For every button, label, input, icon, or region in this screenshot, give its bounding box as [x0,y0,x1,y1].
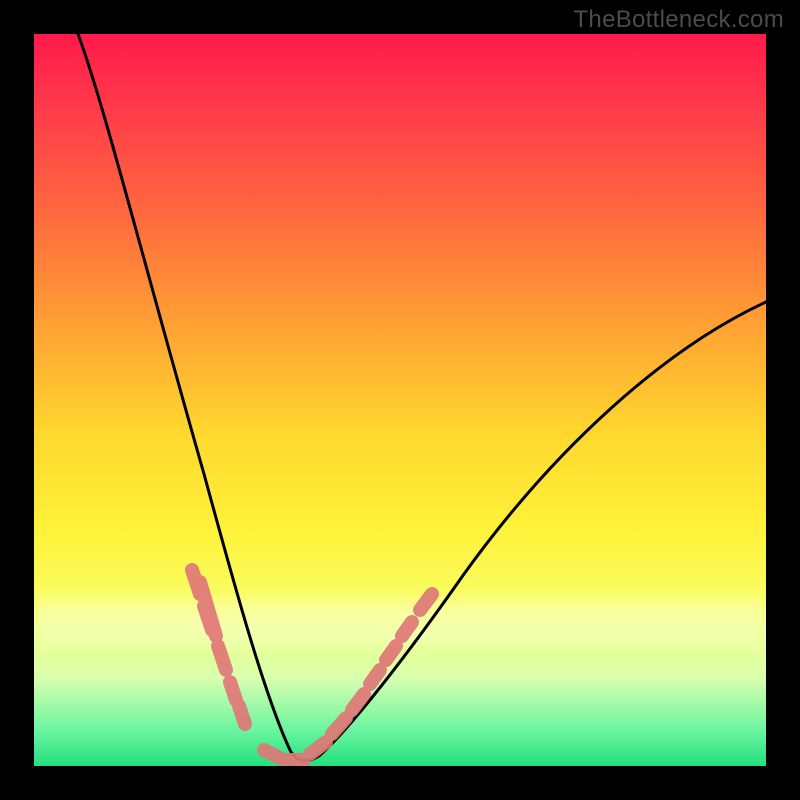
bottleneck-curve-path [78,34,766,761]
outer-frame: TheBottleneck.com [0,0,800,800]
attribution-label: TheBottleneck.com [573,6,784,34]
plot-area [34,34,766,766]
curve-layer [34,34,766,766]
highlight-right [264,594,432,760]
